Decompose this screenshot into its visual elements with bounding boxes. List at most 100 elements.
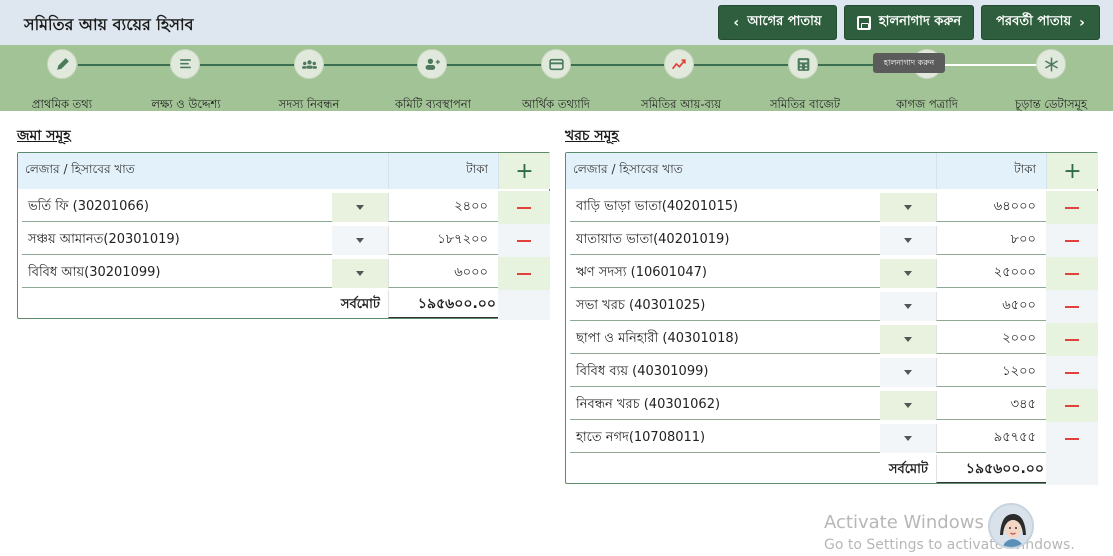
dropdown-toggle[interactable]	[880, 193, 936, 222]
income-section-title: জমা সমূহ	[17, 128, 71, 144]
next-page-label: পরবর্তী পাতায়	[996, 14, 1072, 29]
minus-icon	[1065, 338, 1079, 341]
step-label: আর্থিক তথ্যাদি	[522, 97, 590, 111]
minus-icon	[1065, 239, 1079, 242]
remove-row-button[interactable]	[1046, 389, 1098, 422]
ledger-select[interactable]: ঋণ সদস্য (10601047)	[570, 259, 880, 288]
amount-input[interactable]: ৬৫০০	[936, 292, 1046, 321]
step-9-snowflake-icon[interactable]	[1036, 49, 1066, 79]
chevron-left-icon: ‹	[733, 14, 740, 31]
dropdown-toggle[interactable]	[332, 193, 388, 222]
amount-input[interactable]: ১২০০	[936, 358, 1046, 387]
total-label: সর্বমোট	[340, 297, 380, 312]
caret-down-icon	[904, 271, 912, 276]
minus-icon	[517, 239, 531, 242]
caret-down-icon	[356, 238, 364, 243]
avatar[interactable]	[988, 503, 1034, 549]
dropdown-toggle[interactable]	[880, 292, 936, 321]
amount-column-header: টাকা	[388, 153, 498, 189]
total-value: ১৯৫৬০০.০০	[936, 455, 1046, 483]
expense-table: লেজার / হিসাবের খাত টাকা + বাড়ি ভাড়া ভ…	[565, 152, 1098, 485]
amount-input[interactable]: ৬০০০	[388, 259, 498, 288]
expense-section-title: খরচ সমূহ	[565, 128, 619, 144]
amount-input[interactable]: ১৮৭২০০	[388, 226, 498, 255]
amount-input[interactable]: ২০০০	[936, 325, 1046, 354]
table-row: সভা খরচ (40301025) ৬৫০০	[566, 290, 1098, 323]
amount-input[interactable]: ৩৪৫	[936, 391, 1046, 420]
amount-column-header: টাকা	[936, 153, 1046, 189]
ledger-select[interactable]: ছাপা ও মনিহারী (40301018)	[570, 325, 880, 354]
dropdown-toggle[interactable]	[880, 391, 936, 420]
previous-page-button[interactable]: ‹ আগের পাতায়	[718, 5, 837, 40]
ledger-column-header: লেজার / হিসাবের খাত	[566, 153, 936, 189]
remove-row-button[interactable]	[1046, 224, 1098, 257]
dropdown-toggle[interactable]	[880, 259, 936, 288]
ledger-select[interactable]: সভা খরচ (40301025)	[570, 292, 880, 321]
ledger-select[interactable]: নিবন্ধন খরচ (40301062)	[570, 391, 880, 420]
step-label: সমিতির আয়-ব্যয়	[640, 97, 722, 111]
total-row: সর্বমোট ১৯৫৬০০.০০	[566, 455, 1098, 485]
table-row: ছাপা ও মনিহারী (40301018) ২০০০	[566, 323, 1098, 356]
caret-down-icon	[356, 271, 364, 276]
caret-down-icon	[904, 436, 912, 441]
step-label: লক্ষ্য ও উদ্দেশ্য	[151, 97, 221, 111]
next-page-button[interactable]: পরবর্তী পাতায় ›	[981, 5, 1100, 40]
minus-icon	[517, 272, 531, 275]
step-label: প্রাথমিক তথ্য	[31, 97, 93, 111]
remove-row-button[interactable]	[1046, 290, 1098, 323]
ledger-column-header: লেজার / হিসাবের খাত	[18, 153, 388, 189]
remove-row-button[interactable]	[498, 224, 550, 257]
step-3-group-icon[interactable]	[294, 49, 324, 79]
total-spacer	[1046, 455, 1098, 485]
caret-down-icon	[904, 403, 912, 408]
step-6-trend-chart-icon[interactable]	[664, 49, 694, 79]
dropdown-toggle[interactable]	[880, 325, 936, 354]
step-1-pencil-icon[interactable]	[47, 49, 77, 79]
table-row: যাতায়াত ভাতা(40201019) ৮০০	[566, 224, 1098, 257]
remove-row-button[interactable]	[498, 257, 550, 290]
add-row-button[interactable]: +	[498, 153, 550, 189]
dropdown-toggle[interactable]	[332, 226, 388, 255]
update-button[interactable]: হালনাগাদ করুন	[844, 5, 974, 40]
ledger-select[interactable]: বাড়ি ভাড়া ভাতা(40201015)	[570, 193, 880, 222]
dropdown-toggle[interactable]	[880, 358, 936, 387]
amount-input[interactable]: ২৫০০০	[936, 259, 1046, 288]
add-row-button[interactable]: +	[1046, 153, 1098, 189]
remove-row-button[interactable]	[1046, 356, 1098, 389]
ledger-select[interactable]: বিবিধ ব্যয় (40301099)	[570, 358, 880, 387]
remove-row-button[interactable]	[1046, 323, 1098, 356]
step-5-card-icon[interactable]	[541, 49, 571, 79]
table-row: নিবন্ধন খরচ (40301062) ৩৪৫	[566, 389, 1098, 422]
caret-down-icon	[904, 337, 912, 342]
dropdown-toggle[interactable]	[880, 424, 936, 453]
ledger-select[interactable]: বিবিধ আয়(30201099)	[22, 259, 332, 288]
minus-icon	[1065, 206, 1079, 209]
step-7-calculator-icon[interactable]	[788, 49, 818, 79]
ledger-select[interactable]: ভর্তি ফি (30201066)	[22, 193, 332, 222]
amount-input[interactable]: ৯৫৭৫৫	[936, 424, 1046, 453]
step-label: চূড়ান্ত ডেটাসমূহ	[1014, 97, 1088, 111]
step-4-add-user-icon[interactable]	[417, 49, 447, 79]
remove-row-button[interactable]	[1046, 422, 1098, 455]
ledger-select[interactable]: যাতায়াত ভাতা(40201019)	[570, 226, 880, 255]
remove-row-button[interactable]	[498, 191, 550, 224]
amount-input[interactable]: ২৪০০	[388, 193, 498, 222]
table-row: বিবিধ আয়(30201099) ৬০০০	[18, 257, 550, 290]
ledger-select[interactable]: সঞ্চয় আমানত(20301019)	[22, 226, 332, 255]
activate-windows-subtitle: Go to Settings to activate Windows.	[824, 537, 1075, 553]
step-label: সদস্য নিবন্ধন	[278, 97, 340, 111]
step-2-document-lines-icon[interactable]	[170, 49, 200, 79]
ledger-select[interactable]: হাতে নগদ(10708011)	[570, 424, 880, 453]
amount-input[interactable]: ৬৪০০০	[936, 193, 1046, 222]
dropdown-toggle[interactable]	[332, 259, 388, 288]
minus-icon	[1065, 437, 1079, 440]
table-row: হাতে নগদ(10708011) ৯৫৭৫৫	[566, 422, 1098, 455]
amount-input[interactable]: ৮০০	[936, 226, 1046, 255]
table-row: সঞ্চয় আমানত(20301019) ১৮৭২০০	[18, 224, 550, 257]
tooltip: হালনাগাদ করুন	[873, 53, 945, 73]
step-label: কাগজ পত্রাদি	[896, 97, 958, 111]
remove-row-button[interactable]	[1046, 257, 1098, 290]
dropdown-toggle[interactable]	[880, 226, 936, 255]
remove-row-button[interactable]	[1046, 191, 1098, 224]
minus-icon	[517, 206, 531, 209]
